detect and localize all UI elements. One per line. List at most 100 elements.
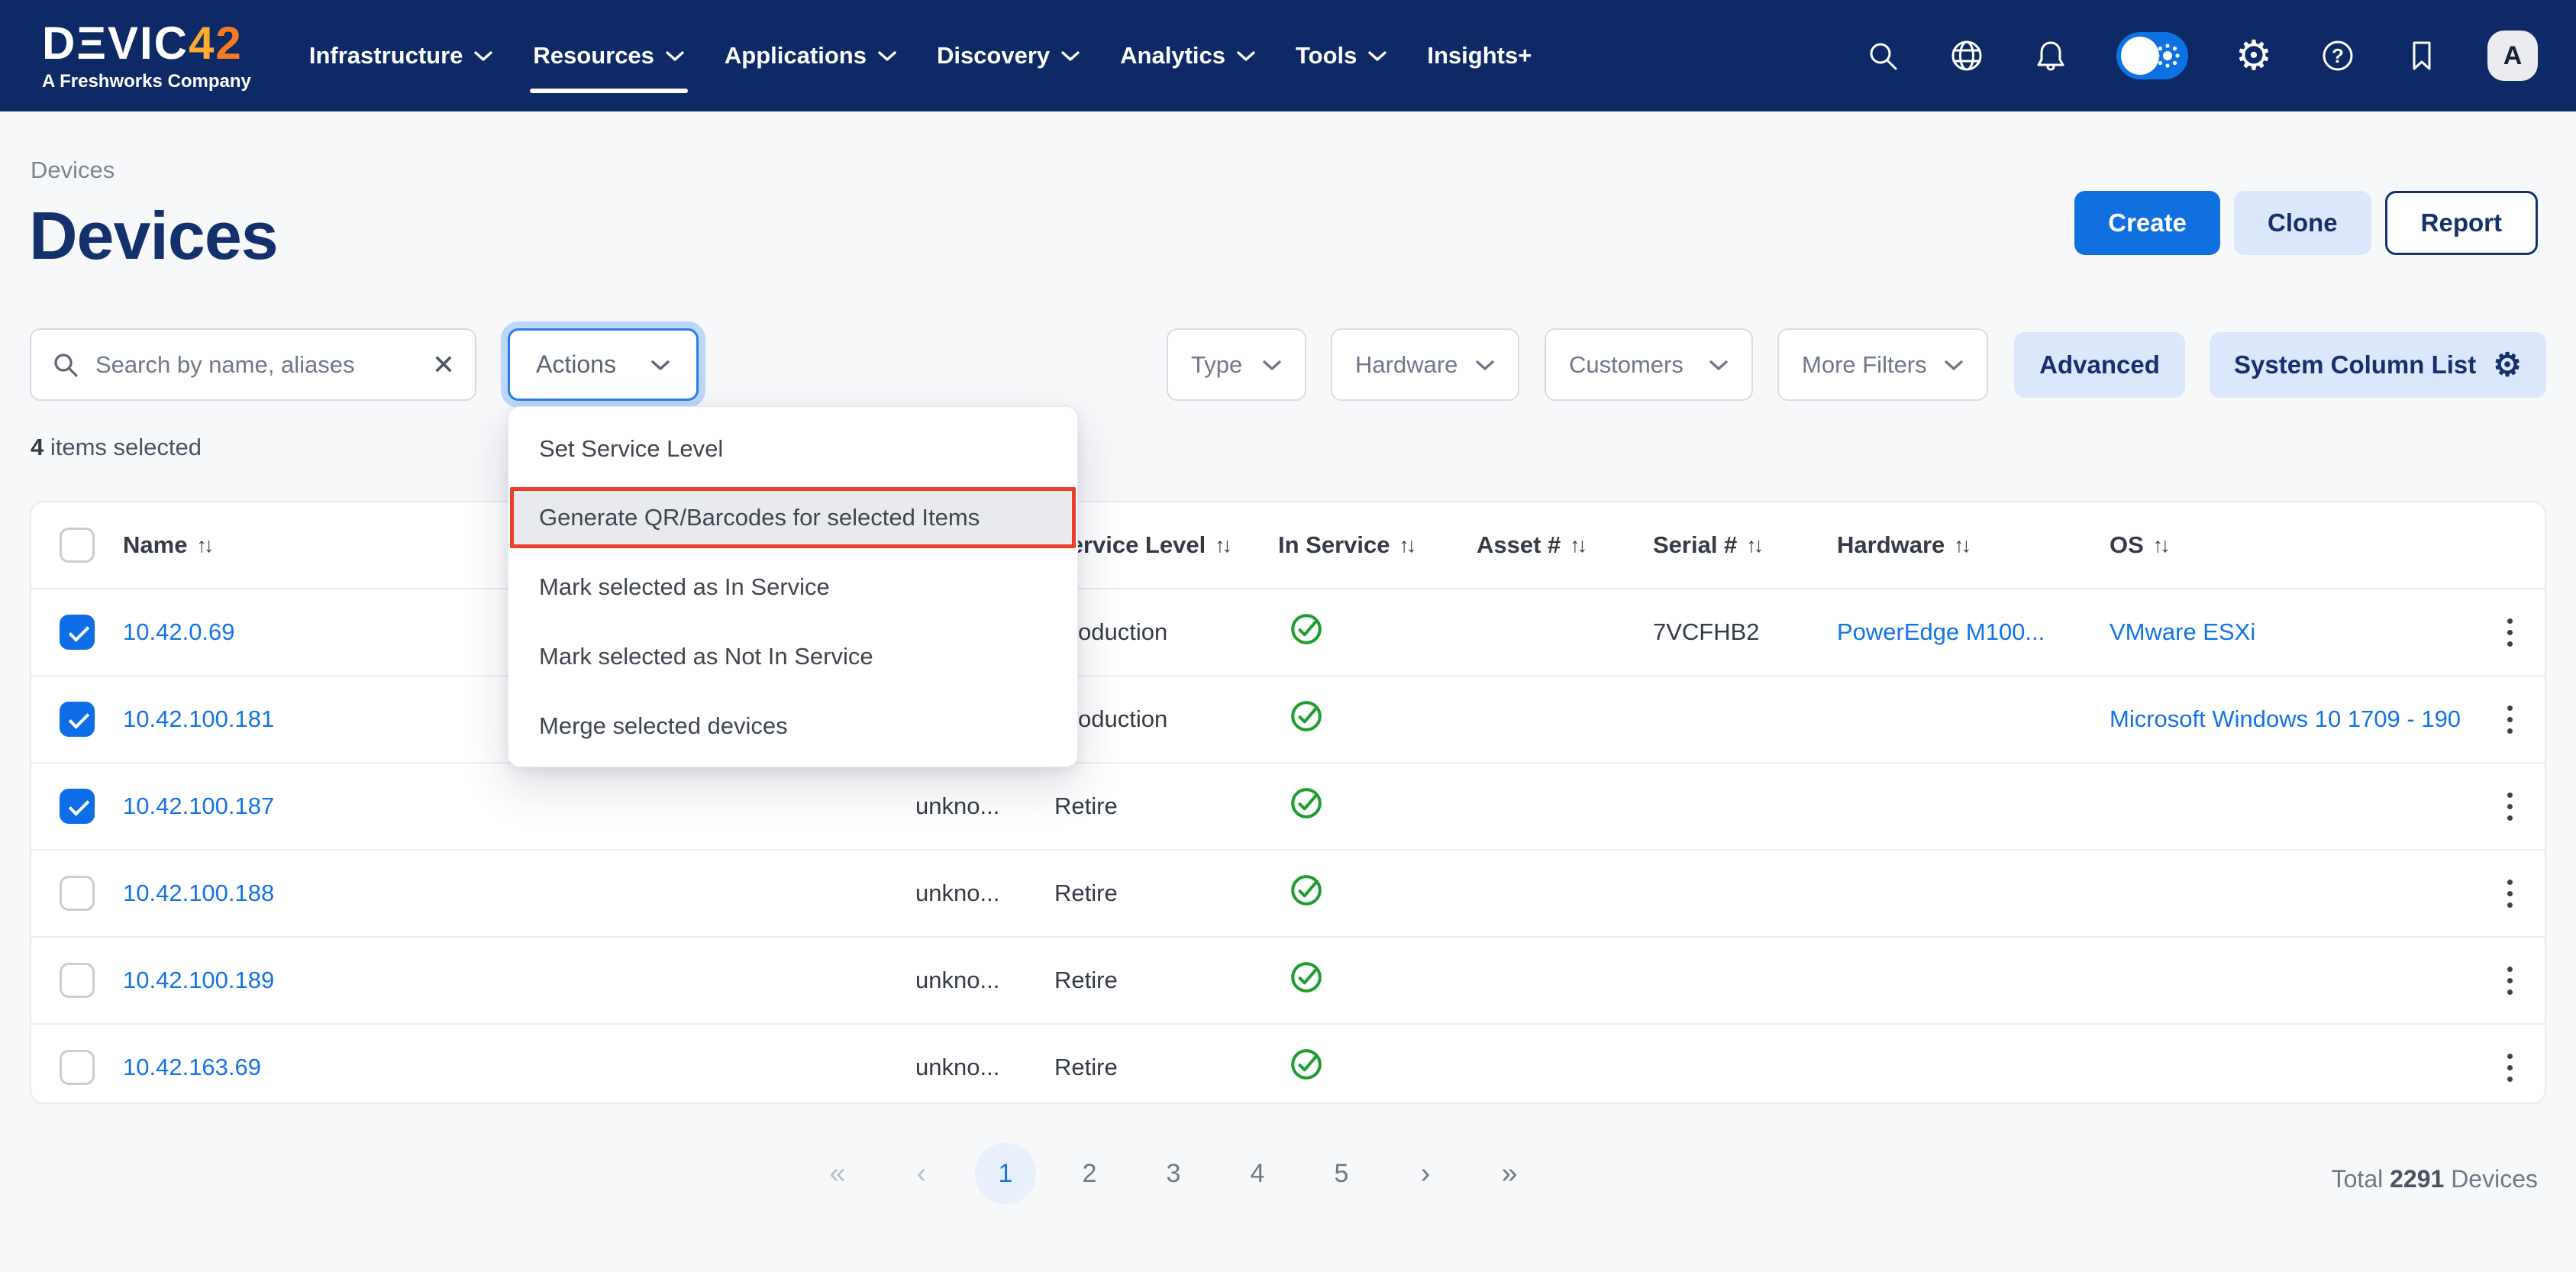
table-header-row: Name↑↓ Service Level↑↓ In Service↑↓ Asse… [31,502,2545,589]
chevron-down-icon [1262,359,1282,371]
theme-toggle[interactable] [2116,32,2188,79]
settings-gear-icon[interactable]: ⚙ [2235,37,2272,74]
type-cell: unkno... [915,793,1054,820]
chevron-down-icon [1475,359,1495,371]
pagination-page-5[interactable]: 5 [1311,1143,1372,1204]
advanced-button[interactable]: Advanced [2014,332,2185,398]
pagination-first[interactable]: « [807,1143,868,1204]
more-filters[interactable]: More Filters [1777,328,1988,401]
device-name-link[interactable]: 10.42.100.181 [123,705,274,732]
pagination-page-3[interactable]: 3 [1143,1143,1204,1204]
bookmark-icon[interactable] [2403,37,2440,74]
help-icon[interactable]: ? [2319,37,2356,74]
device-name-link[interactable]: 10.42.100.188 [123,880,274,906]
device-name-link[interactable]: 10.42.163.69 [123,1054,261,1080]
menu-item-mark-not-in-service[interactable]: Mark selected as Not In Service [508,621,1077,691]
chevron-down-icon [650,359,670,371]
clear-search-icon[interactable]: ✕ [432,349,455,381]
globe-icon[interactable] [1948,37,1985,74]
menu-item-merge-devices[interactable]: Merge selected devices [508,691,1077,760]
row-checkbox[interactable] [60,615,95,650]
pagination-next[interactable]: › [1395,1143,1456,1204]
os-link[interactable]: VMware ESXi [2110,618,2255,645]
select-all-checkbox[interactable] [60,528,95,563]
chevron-down-icon [473,50,493,62]
search-icon[interactable] [1864,37,1901,74]
sort-icon: ↑↓ [1570,534,1584,557]
page-action-buttons: Create Clone Report [2074,191,2538,255]
create-button[interactable]: Create [2074,191,2220,255]
row-menu-kebab-icon[interactable] [2471,1054,2546,1082]
devices-table: Name↑↓ Service Level↑↓ In Service↑↓ Asse… [30,501,2546,1104]
hardware-link[interactable]: PowerEdge M100... [1837,618,2045,645]
chevron-down-icon [877,50,897,62]
nav-item-tools[interactable]: Tools [1276,0,1407,111]
pagination-page-2[interactable]: 2 [1059,1143,1120,1204]
search-input[interactable] [94,350,418,379]
topbar-icons: ⚙ ? A [1864,31,2538,81]
nav-item-insights[interactable]: Insights+ [1407,0,1551,111]
os-link[interactable]: Microsoft Windows 10 1709 - 190 [2110,705,2461,732]
menu-item-set-service-level[interactable]: Set Service Level [508,414,1077,483]
menu-item-mark-in-service[interactable]: Mark selected as In Service [508,552,1077,621]
logo-tagline: A Freshworks Company [42,73,251,91]
type-filter[interactable]: Type [1167,328,1306,401]
column-header-os[interactable]: OS↑↓ [2110,531,2471,559]
notifications-bell-icon[interactable] [2032,37,2069,74]
in-service-check-icon [1289,699,1324,734]
column-header-hardware[interactable]: Hardware↑↓ [1837,531,2110,559]
pagination-prev[interactable]: ‹ [891,1143,952,1204]
selection-status: 4 items selected [31,434,202,461]
in-service-check-icon [1289,873,1324,908]
table-row: 10.42.100.189 unkno... Retire [31,938,2545,1025]
device-name-link[interactable]: 10.42.100.189 [123,967,274,993]
in-service-check-icon [1289,960,1324,995]
pagination-page-4[interactable]: 4 [1227,1143,1288,1204]
report-button[interactable]: Report [2385,191,2538,255]
row-checkbox[interactable] [60,702,95,737]
search-icon [51,350,80,379]
table-row: 10.42.163.69 unkno... Retire [31,1025,2545,1104]
sun-icon [2152,40,2183,71]
actions-dropdown-button[interactable]: Actions [508,328,699,401]
in-service-check-icon [1289,786,1324,821]
nav-item-discovery[interactable]: Discovery [917,0,1100,111]
nav-item-applications[interactable]: Applications [705,0,917,111]
column-header-service-level[interactable]: Service Level↑↓ [1054,531,1278,559]
breadcrumb[interactable]: Devices [31,157,115,184]
sort-icon: ↑↓ [1746,534,1761,557]
user-avatar[interactable]: A [2487,31,2538,81]
device42-logo[interactable]: DΞVIC42 A Freshworks Company [42,21,251,91]
row-menu-kebab-icon[interactable] [2471,705,2546,734]
hardware-filter[interactable]: Hardware [1331,328,1519,401]
menu-item-generate-qr-barcodes[interactable]: Generate QR/Barcodes for selected Items [510,487,1076,548]
row-menu-kebab-icon[interactable] [2471,618,2546,647]
system-column-list-button[interactable]: System Column List⚙ [2210,332,2546,398]
device-name-link[interactable]: 10.42.100.187 [123,793,274,819]
nav-item-analytics[interactable]: Analytics [1100,0,1276,111]
row-checkbox[interactable] [60,876,95,911]
row-checkbox[interactable] [60,1050,95,1085]
sort-icon: ↑↓ [2153,534,2168,557]
device-name-link[interactable]: 10.42.0.69 [123,618,235,645]
pagination-last[interactable]: » [1479,1143,1540,1204]
nav-item-infrastructure[interactable]: Infrastructure [289,0,514,111]
gear-icon: ⚙ [2493,349,2522,381]
pagination-page-1[interactable]: 1 [975,1143,1036,1204]
in-service-check-icon [1289,612,1324,647]
column-header-serial[interactable]: Serial #↑↓ [1653,531,1837,559]
table-toolbar: ✕ Actions Type Hardware Customers More F… [30,328,2546,401]
nav-item-resources[interactable]: Resources [513,0,705,111]
filter-group: Type Hardware Customers More Filters Adv… [1167,328,2546,401]
column-header-asset[interactable]: Asset #↑↓ [1477,531,1653,559]
search-box: ✕ [30,328,476,401]
row-menu-kebab-icon[interactable] [2471,793,2546,821]
row-menu-kebab-icon[interactable] [2471,967,2546,995]
clone-button[interactable]: Clone [2234,191,2371,255]
row-checkbox[interactable] [60,963,95,998]
service-level-cell: Production [1054,705,1278,733]
customers-filter[interactable]: Customers [1545,328,1753,401]
row-menu-kebab-icon[interactable] [2471,880,2546,908]
column-header-in-service[interactable]: In Service↑↓ [1278,531,1477,559]
row-checkbox[interactable] [60,789,95,824]
